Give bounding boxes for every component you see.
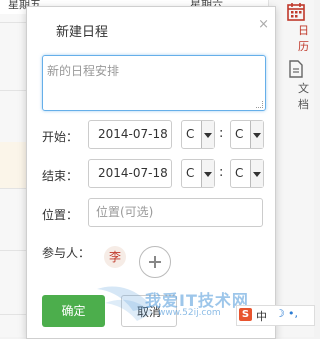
time-separator: :: [219, 165, 224, 180]
start-minute-value: C: [235, 127, 244, 141]
ime-logo-icon[interactable]: S: [239, 308, 252, 321]
plus-icon: [149, 256, 161, 268]
ime-toolbar[interactable]: S 中 ☽ •,: [236, 305, 315, 326]
participants-label: 参与人：: [42, 246, 91, 260]
resize-handle-icon[interactable]: [256, 101, 263, 108]
confirm-button[interactable]: 确定: [42, 295, 105, 327]
end-minute-value: C: [235, 166, 244, 180]
document-icon: [289, 60, 303, 78]
add-participant-button[interactable]: [139, 246, 171, 278]
end-hour-value: C: [186, 166, 195, 180]
chevron-down-icon[interactable]: [250, 121, 263, 148]
calendar-icon: [287, 3, 305, 21]
start-minute-select[interactable]: C: [230, 120, 264, 149]
start-date-input[interactable]: 2014-07-18: [88, 120, 172, 149]
punctuation-icon[interactable]: •,: [288, 307, 298, 320]
location-input[interactable]: 位置(可选): [88, 198, 263, 227]
event-description-input[interactable]: 新的日程安排: [42, 55, 266, 111]
close-icon[interactable]: ×: [258, 17, 269, 32]
nav-label-calendar: 日历: [298, 24, 309, 53]
cancel-button[interactable]: 取消: [121, 295, 177, 327]
end-hour-select[interactable]: C: [181, 159, 215, 188]
time-separator: :: [219, 126, 224, 141]
location-label: 位置：: [42, 208, 79, 222]
ime-mode-toggle[interactable]: 中: [256, 308, 267, 324]
avatar[interactable]: 李: [104, 246, 126, 268]
end-date-input[interactable]: 2014-07-18: [88, 159, 172, 188]
new-event-dialog: 新建日程 × 新的日程安排 开始： 2014-07-18 C : C 结束： 2…: [26, 6, 276, 339]
start-hour-value: C: [186, 127, 195, 141]
chevron-down-icon[interactable]: [250, 160, 263, 187]
start-hour-select[interactable]: C: [181, 120, 215, 149]
end-label: 结束：: [42, 169, 79, 183]
dialog-title: 新建日程: [56, 25, 109, 40]
nav-label-document: 文档: [298, 82, 309, 111]
end-minute-select[interactable]: C: [230, 159, 264, 188]
start-label: 开始：: [42, 130, 79, 144]
event-description-placeholder: 新的日程安排: [47, 64, 120, 78]
chevron-down-icon[interactable]: [201, 121, 214, 148]
moon-icon[interactable]: ☽: [275, 307, 285, 320]
chevron-down-icon[interactable]: [201, 160, 214, 187]
